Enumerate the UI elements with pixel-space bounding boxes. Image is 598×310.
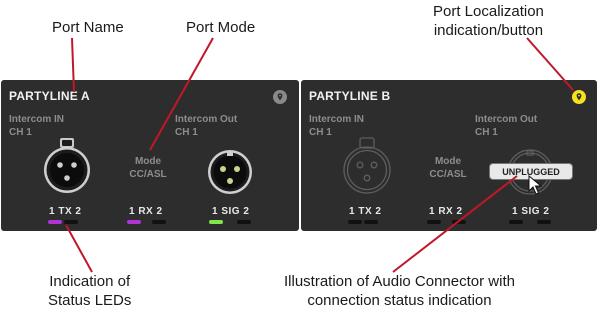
callout-line-status-leds <box>65 224 93 273</box>
callout-line-port-localization <box>526 37 574 91</box>
callout-lines <box>65 37 574 273</box>
callout-line-port-mode <box>149 37 214 151</box>
callout-line-port-name <box>71 37 75 93</box>
callout-line-audio-connector <box>392 175 518 273</box>
